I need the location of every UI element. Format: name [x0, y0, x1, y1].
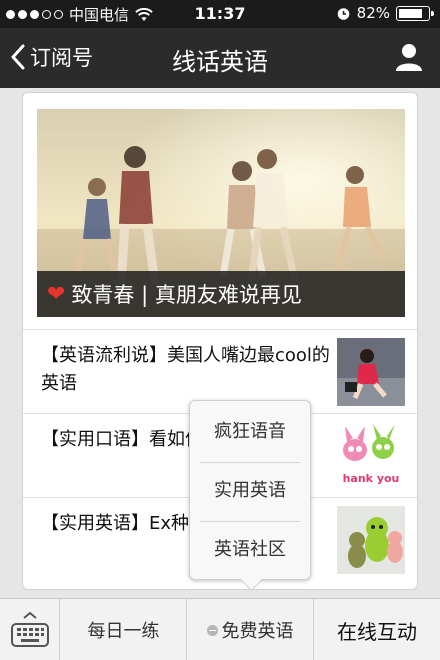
person-icon[interactable]: [394, 42, 424, 72]
submenu-item[interactable]: 实用英语: [200, 462, 300, 520]
submenu-popup: 疯狂语音 实用英语 英语社区: [189, 400, 311, 580]
menu-button-daily[interactable]: 每日一练: [61, 599, 187, 660]
back-button[interactable]: 订阅号: [10, 42, 93, 72]
submenu-item[interactable]: 英语社区: [200, 521, 300, 579]
back-label: 订阅号: [30, 46, 93, 70]
menu-button-label: 每日一练: [87, 621, 160, 642]
bottom-menu-bar: 每日一练 免费英语 在线互动: [0, 598, 440, 660]
chevron-left-icon: [11, 44, 25, 70]
hero-caption: ❤ 致青春 | 真朋友难说再见: [37, 271, 405, 317]
hero-caption-text: 致青春 | 真朋友难说再见: [71, 283, 302, 307]
article-thumbnail: [337, 506, 405, 574]
article-title: 【英语流利说】美国人嘴边最cool的英语: [41, 345, 330, 394]
battery-fill: [399, 8, 422, 18]
svg-text:hank you: hank you: [343, 472, 400, 485]
menu-button-label: 在线互动: [337, 619, 417, 644]
battery-percent: 82%: [356, 4, 390, 22]
status-right: 82%: [336, 4, 434, 22]
alarm-clock-icon: [337, 7, 349, 20]
status-bar: 中国电信 11:37 82%: [0, 0, 440, 28]
menu-button-label: 免费英语: [221, 621, 294, 642]
nav-bar: 订阅号 线话英语: [0, 28, 440, 88]
heart-icon: ❤: [47, 281, 66, 307]
keyboard-toggle-button[interactable]: [0, 599, 60, 660]
article-thumbnail: [337, 338, 405, 406]
hero-article[interactable]: ❤ 致青春 | 真朋友难说再见: [37, 109, 405, 317]
submenu-item[interactable]: 疯狂语音: [200, 403, 300, 461]
article-thumbnail: hank you: [337, 422, 405, 490]
menu-button-free-english[interactable]: 免费英语: [187, 599, 314, 660]
battery-icon: [396, 5, 434, 21]
submenu-dot-icon: [206, 624, 218, 636]
keyboard-icon: [10, 611, 49, 647]
menu-button-interaction[interactable]: 在线互动: [314, 599, 440, 660]
